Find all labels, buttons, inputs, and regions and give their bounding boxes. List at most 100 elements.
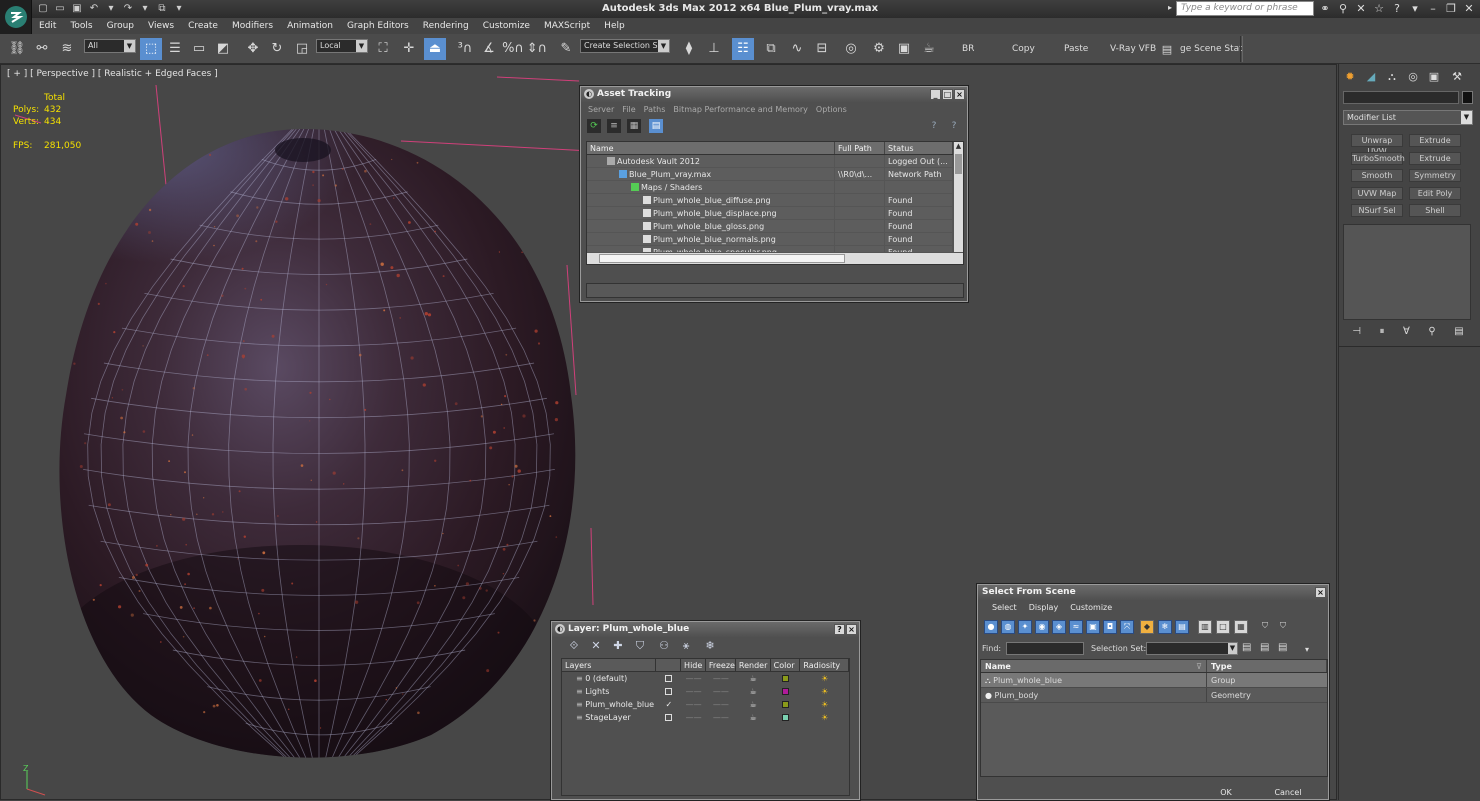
favorites-star-icon[interactable]: ☆ bbox=[1372, 2, 1386, 15]
modifier-stack[interactable] bbox=[1343, 224, 1471, 320]
curve-editor-icon[interactable]: ∿ bbox=[786, 38, 808, 60]
hide-toggle[interactable]: —— bbox=[681, 711, 706, 724]
schematic-view-icon[interactable]: ⊟ bbox=[811, 38, 833, 60]
keyboard-shortcut-override-icon[interactable]: ⏏ bbox=[424, 38, 446, 60]
vray-vfb-button[interactable]: V-Ray VFB bbox=[1110, 44, 1156, 54]
remove-selection-set-icon[interactable]: ▤ bbox=[1260, 642, 1269, 653]
modifier-button[interactable]: UVW Map bbox=[1351, 186, 1403, 200]
asset-row[interactable]: Plum_whole_blue_normals.png Found bbox=[587, 233, 963, 246]
list-view-icon[interactable]: ≡ bbox=[607, 119, 621, 133]
unlink-icon[interactable]: ⚯ bbox=[31, 38, 53, 60]
help-icon[interactable]: ? bbox=[834, 624, 845, 635]
render-setup-icon[interactable]: ⚙ bbox=[868, 38, 890, 60]
reference-coord-dropdown[interactable]: Local ▼ bbox=[316, 39, 368, 53]
layer-manager-icon[interactable]: ⧉ bbox=[760, 38, 782, 60]
filter-options-icon[interactable]: ⛉ bbox=[1276, 620, 1290, 634]
asset-row[interactable]: Maps / Shaders bbox=[587, 181, 963, 194]
col-hide[interactable]: Hide bbox=[681, 659, 706, 671]
modifier-button[interactable]: TurboSmooth bbox=[1351, 151, 1405, 165]
mirror-icon[interactable]: ⧫ bbox=[678, 38, 700, 60]
scroll-up-icon[interactable]: ▲ bbox=[954, 142, 963, 152]
asset-row[interactable]: Blue_Plum_vray.max \\R0\d\... Network Path bbox=[587, 168, 963, 181]
scene-object-row[interactable]: ⛬ Plum_whole_blue Group bbox=[981, 673, 1327, 688]
open-file-icon[interactable]: ▭ bbox=[53, 2, 67, 15]
modifier-button[interactable]: NSurf Sel bbox=[1351, 204, 1403, 217]
groups-filter-icon[interactable]: ▣ bbox=[1086, 620, 1100, 634]
redo-dropdown-icon[interactable]: ▾ bbox=[138, 2, 152, 15]
selection-filter-dropdown[interactable]: All ▼ bbox=[84, 39, 136, 53]
align-icon[interactable]: ⊥ bbox=[703, 38, 725, 60]
new-file-icon[interactable]: ▢ bbox=[36, 2, 50, 15]
menu-modifiers[interactable]: Modifiers bbox=[225, 18, 280, 34]
render-frame-window-icon[interactable]: ▣ bbox=[893, 38, 915, 60]
menu-rendering[interactable]: Rendering bbox=[416, 18, 476, 34]
col-full-path[interactable]: Full Path bbox=[835, 142, 885, 154]
modifier-button[interactable]: Symmetry bbox=[1409, 169, 1461, 182]
freeze-toggle[interactable]: —— bbox=[706, 711, 736, 724]
bind-space-warp-icon[interactable]: ≋ bbox=[56, 38, 78, 60]
filter-icon[interactable]: ⛉ bbox=[1258, 620, 1272, 634]
display-tab-icon[interactable]: ▣ bbox=[1426, 69, 1442, 85]
highlight-layer-icon[interactable]: ⚇ bbox=[656, 639, 672, 653]
hide-toggle[interactable]: —— bbox=[681, 698, 706, 711]
communication-center-icon[interactable]: ✕ bbox=[1354, 2, 1368, 15]
menu-customize[interactable]: Customize bbox=[1064, 600, 1118, 616]
layer-color-swatch[interactable] bbox=[771, 685, 801, 698]
col-type[interactable]: Type bbox=[1207, 660, 1327, 672]
search-input[interactable]: Type a keyword or phrase bbox=[1176, 1, 1314, 16]
menu-edit[interactable]: Edit bbox=[32, 18, 63, 34]
col-name[interactable]: Name ⊽ bbox=[981, 660, 1207, 672]
scene-explorer-icon[interactable]: ☷ bbox=[732, 38, 754, 60]
select-object-icon[interactable]: ⬚ bbox=[140, 38, 162, 60]
select-from-scene-titlebar[interactable]: Select From Scene × bbox=[978, 585, 1328, 600]
hide-all-layers-icon[interactable]: ⚹ bbox=[678, 639, 694, 653]
menu-help[interactable]: Help bbox=[597, 18, 632, 34]
utilities-tab-icon[interactable]: ⚒ bbox=[1449, 69, 1465, 85]
modifier-button[interactable]: Edit Poly bbox=[1409, 186, 1461, 200]
display-none-icon[interactable]: □ bbox=[1216, 620, 1230, 634]
manage-scene-states-button[interactable]: ge Scene Stat bbox=[1180, 44, 1243, 54]
current-layer-toggle[interactable] bbox=[656, 685, 681, 698]
helpers-filter-icon[interactable]: ◈ bbox=[1052, 620, 1066, 634]
paste-button[interactable]: Paste bbox=[1064, 44, 1088, 54]
radiosity-toggle[interactable]: ☀ bbox=[800, 672, 849, 685]
col-render[interactable]: Render bbox=[736, 659, 771, 671]
motion-tab-icon[interactable]: ◎ bbox=[1405, 69, 1421, 85]
modifier-button[interactable]: Extrude bbox=[1409, 151, 1461, 165]
close-icon[interactable]: × bbox=[1315, 587, 1326, 598]
delete-layer-icon[interactable]: ✕ bbox=[588, 639, 604, 653]
modifier-button[interactable]: Unwrap UVW bbox=[1351, 134, 1403, 156]
copy-button[interactable]: Copy bbox=[1012, 44, 1035, 54]
layer-row[interactable]: ≡ StageLayer —— —— ☕ ☀ bbox=[562, 711, 849, 724]
modify-tab-icon[interactable]: ◢ bbox=[1363, 69, 1379, 85]
col-status[interactable]: Status bbox=[885, 142, 953, 154]
scale-icon[interactable]: ◲ bbox=[291, 38, 313, 60]
lights-filter-icon[interactable]: ✦ bbox=[1018, 620, 1032, 634]
angle-snap-icon[interactable]: ∡ bbox=[478, 38, 500, 60]
col-radiosity[interactable]: Radiosity bbox=[800, 659, 849, 671]
menu-views[interactable]: Views bbox=[141, 18, 181, 34]
hidden-filter-icon[interactable]: ▤ bbox=[1175, 620, 1189, 634]
viewport-label[interactable]: [ + ] [ Perspective ] [ Realistic + Edge… bbox=[7, 69, 218, 79]
window-crossing-icon[interactable]: ◩ bbox=[212, 38, 234, 60]
radiosity-toggle[interactable]: ☀ bbox=[800, 711, 849, 724]
minimize-icon[interactable]: _ bbox=[930, 89, 941, 100]
find-input[interactable] bbox=[1006, 642, 1084, 655]
link-icon[interactable]: ⛓ bbox=[6, 38, 28, 60]
redo-icon[interactable]: ↷ bbox=[121, 2, 135, 15]
quick-access-dropdown-icon[interactable]: ▾ bbox=[172, 2, 186, 15]
col-layers[interactable]: Layers bbox=[562, 659, 657, 671]
object-name-field[interactable] bbox=[1343, 91, 1459, 104]
layer-manager-titlebar[interactable]: ◐ Layer: Plum_whole_blue ? × bbox=[552, 622, 859, 637]
current-layer-toggle[interactable]: ✓ bbox=[656, 698, 681, 711]
layer-color-swatch[interactable] bbox=[771, 711, 801, 724]
project-folder-icon[interactable]: ⧉ bbox=[155, 2, 169, 15]
freeze-toggle[interactable]: —— bbox=[706, 685, 736, 698]
display-all-icon[interactable]: ▥ bbox=[1198, 620, 1212, 634]
geometry-filter-icon[interactable]: ● bbox=[984, 620, 998, 634]
configure-modifier-sets-icon[interactable]: ▤ bbox=[1454, 326, 1463, 342]
br-button[interactable]: BR bbox=[962, 44, 974, 54]
hide-toggle[interactable]: —— bbox=[681, 685, 706, 698]
modifier-button[interactable]: Shell bbox=[1409, 204, 1461, 217]
edit-named-selection-icon[interactable]: ✎ bbox=[555, 38, 577, 60]
